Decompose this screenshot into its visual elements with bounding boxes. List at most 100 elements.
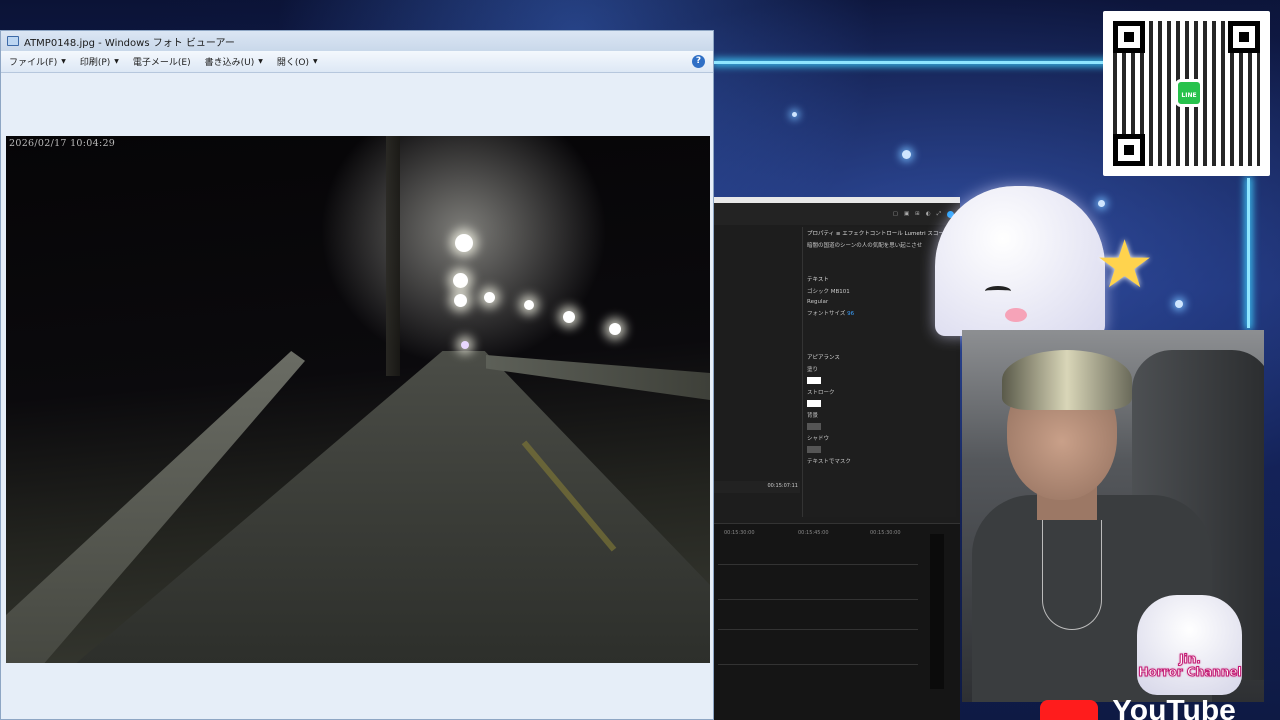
window-titlebar[interactable]: ATMP0148.jpg - Windows フォト ビューアー: [1, 31, 713, 51]
photo-street-lamp: [461, 341, 469, 349]
neon-border: [714, 61, 1109, 64]
youtube-play-icon: [1040, 700, 1098, 720]
chevron-down-icon: ▼: [312, 58, 318, 65]
menu-bar: ファイル(F) ▼ 印刷(P) ▼ 電子メール(E) 書き込み(U) ▼ 開く(O) ▼…: [1, 51, 713, 73]
timeline-panel[interactable]: 00:15:30:00 00:15:45:00 00:15:30:00: [714, 523, 960, 720]
streamer-hair: [1002, 350, 1132, 410]
menu-label: ファイル(F): [9, 58, 58, 68]
font-select[interactable]: ゴシック MB101: [803, 285, 956, 297]
photo-street-lamp: [453, 273, 468, 288]
timecode-value: 00:15:07:11: [767, 483, 798, 489]
webcam-feed: Jin. Horror Channel: [962, 330, 1264, 702]
shadow-label[interactable]: シャドウ: [803, 432, 956, 444]
menu-label: 書き込み(U): [204, 58, 255, 68]
ghost-cheek: [1005, 308, 1027, 322]
window-title: ATMP0148.jpg - Windows フォト ビューアー: [24, 37, 235, 49]
clip-title: 暗闇の国道のシーンの人の気配を思い起こさせ: [807, 243, 923, 249]
toolbar-icon[interactable]: ▣: [904, 211, 909, 217]
photo-street-lamp: [484, 292, 495, 303]
qr-finder: [1113, 134, 1145, 166]
photo-street-lamp: [524, 300, 534, 310]
star-sparkle: [902, 150, 911, 159]
fill-label: 塗り: [807, 367, 819, 373]
chevron-down-icon: ▼: [258, 58, 263, 65]
photo-viewer-icon: [7, 36, 19, 46]
stroke-swatch-row: [803, 398, 956, 409]
stream-overlay: ATMP0148.jpg - Windows フォト ビューアー ファイル(F)…: [0, 0, 1280, 720]
photo-street-lamp: [563, 311, 575, 323]
youtube-logo: YouTube: [1040, 700, 1280, 720]
timeline-track[interactable]: [718, 564, 918, 565]
timeline-track[interactable]: [718, 664, 918, 665]
toolbar-icon[interactable]: ◐: [926, 211, 931, 217]
menu-label: 開く(O): [276, 58, 309, 68]
menu-burn[interactable]: 書き込み(U) ▼: [205, 55, 263, 68]
night-road-photo: 2026/02/17 10:04:29: [6, 136, 710, 663]
appearance-header[interactable]: アピアランス: [803, 351, 956, 363]
mask-option[interactable]: テキストでマスク: [803, 455, 956, 467]
necklace: [1042, 520, 1102, 630]
audio-meter: [930, 534, 944, 689]
photo-street-lamp: [609, 323, 621, 335]
chevron-down-icon: ▼: [61, 58, 66, 65]
qr-finder: [1228, 21, 1260, 53]
photo-street-lamp: [454, 294, 467, 307]
menu-label: 電子メール(E): [132, 58, 191, 68]
qr-finder: [1113, 21, 1145, 53]
font-size-value[interactable]: 96: [847, 311, 854, 317]
star-sparkle: [1175, 300, 1183, 308]
properties-panel: プロパティ ≡ エフェクトコントロール Lumetri スコープ 暗闇の国道のシ…: [802, 227, 956, 517]
shadow-color-swatch[interactable]: [807, 446, 821, 453]
video-editor-window[interactable]: ▢ ▣ ⊞ ◐ ⤢ プロパティ ≡ エフェクトコントロール Lumetri スコ…: [714, 197, 960, 720]
menu-email[interactable]: 電子メール(E): [133, 55, 191, 68]
photo-timestamp: 2026/02/17 10:04:29: [9, 138, 116, 149]
star-wand-icon: ★: [1095, 226, 1155, 303]
line-qr-code: LINE: [1103, 11, 1270, 176]
channel-logo-text: Jin. Horror Channel: [1134, 652, 1246, 679]
toolbar-icon[interactable]: ⊞: [915, 211, 920, 217]
menu-print[interactable]: 印刷(P) ▼: [80, 55, 119, 68]
stroke-color-swatch[interactable]: [807, 400, 821, 407]
font-size-row[interactable]: フォントサイズ 96: [803, 307, 956, 319]
editor-toolbar: ▢ ▣ ⊞ ◐ ⤢: [714, 203, 960, 225]
timeline-track[interactable]: [718, 599, 918, 600]
channel-ghost-logo: [1137, 595, 1242, 695]
photo-viewer-window[interactable]: ATMP0148.jpg - Windows フォト ビューアー ファイル(F)…: [0, 30, 714, 720]
panel-tabs[interactable]: プロパティ ≡ エフェクトコントロール Lumetri スコープ: [803, 227, 956, 239]
background-swatch-row: [803, 421, 956, 432]
ruler-mark: 00:15:30:00: [724, 530, 755, 536]
line-logo-icon: LINE: [1175, 79, 1203, 107]
fill-color-swatch[interactable]: [807, 377, 821, 384]
toolbar-icon[interactable]: ⤢: [937, 211, 941, 218]
photo-road: [76, 351, 710, 663]
font-size-label: フォントサイズ: [807, 311, 846, 317]
ghost-mascot: [935, 186, 1105, 336]
panel-spacer: [803, 319, 956, 351]
text-section-header[interactable]: テキスト: [803, 273, 956, 285]
font-style-select[interactable]: Regular: [803, 297, 956, 307]
background-label[interactable]: 背景: [803, 409, 956, 421]
star-sparkle: [1098, 200, 1105, 207]
photo-lamp-pole: [386, 136, 400, 376]
neon-border: [1247, 178, 1250, 328]
ruler-mark: 00:15:45:00: [798, 530, 829, 536]
youtube-wordmark: YouTube: [1112, 700, 1236, 720]
ghost-eye: [985, 286, 1011, 296]
program-timecode: 00:15:07:11: [714, 481, 800, 493]
ruler-mark: 00:15:30:00: [870, 530, 901, 536]
shadow-swatch-row: [803, 444, 956, 455]
chevron-down-icon: ▼: [114, 58, 119, 65]
toolbar-icon[interactable]: ▢: [893, 211, 898, 217]
menu-open[interactable]: 開く(O) ▼: [277, 55, 318, 68]
timeline-track[interactable]: [718, 629, 918, 630]
star-sparkle: [792, 112, 797, 117]
help-icon[interactable]: ?: [692, 55, 705, 68]
photo-street-lamp: [455, 234, 473, 252]
background-color-swatch[interactable]: [807, 423, 821, 430]
channel-logo-line: Horror Channel: [1138, 665, 1242, 679]
fill-swatch-row: [803, 375, 956, 386]
menu-file[interactable]: ファイル(F) ▼: [9, 55, 66, 68]
panel-spacer: [803, 251, 956, 273]
menu-label: 印刷(P): [79, 58, 111, 68]
stroke-label[interactable]: ストローク: [803, 386, 956, 398]
